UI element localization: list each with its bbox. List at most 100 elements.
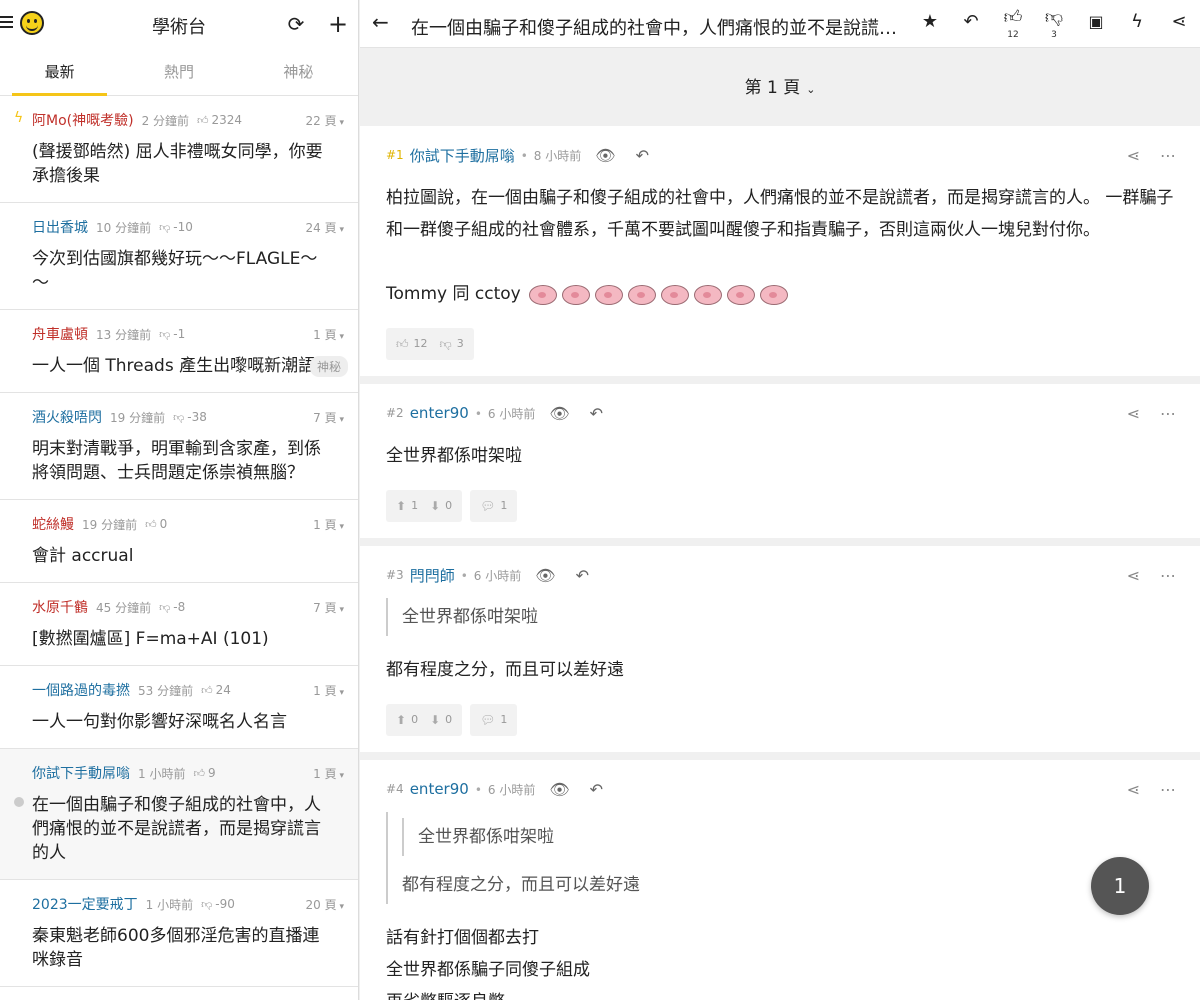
arrow-down-icon[interactable]: ⬇	[430, 704, 440, 736]
post-upvote-count: 0	[411, 713, 419, 726]
topic-row[interactable]: 你試下手動屌嗡 1 小時前 👍︎9 1 頁在一個由騙子和傻子組成的社會中，人們痛恨的並…	[0, 749, 358, 880]
lihkg-logo-icon[interactable]	[20, 11, 44, 35]
add-icon[interactable]: +	[326, 12, 350, 36]
share-icon[interactable]: ⋖	[1127, 404, 1140, 423]
topic-vote-count: -38	[187, 410, 207, 424]
thumbs-up-icon: 👍︎	[145, 517, 157, 531]
topic-title[interactable]: 一人一個 Threads 產生出嚟嘅新潮語	[32, 354, 348, 378]
topic-row[interactable]: 日出香城 10 分鐘前 👎︎-10 24 頁今次到估國旗都幾好玩～～FLAGLE～～	[0, 203, 358, 310]
topic-page-count[interactable]: 7 頁	[313, 409, 344, 426]
post-meta: #1 你試下手動屌嗡 8 小時前 👁︎ ↶	[386, 145, 1174, 166]
topic-page-count[interactable]: 7 頁	[313, 599, 344, 616]
thread-like-button[interactable]: 👍︎ 12	[999, 8, 1027, 41]
topic-row[interactable]: 舟車盧頓 13 分鐘前 👎︎-1 1 頁神秘一人一個 Threads 產生出嚟嘅新潮語	[0, 310, 358, 393]
topic-title[interactable]: 在一個由騙子和傻子組成的社會中，人們痛恨的並不是說謊者，而是揭穿謊言的人	[32, 793, 348, 865]
post-reply-count: 1	[500, 713, 508, 726]
post-vote-box: ⬆ 0 ⬇ 0	[386, 704, 463, 736]
eye-icon[interactable]: 👁︎	[549, 780, 569, 799]
current-topic-dot-icon	[14, 797, 24, 807]
thread-pane: ← 在一個由騙子和傻子組成的社會中，人們痛恨的並不是說謊者，而是揭穿謊言的人 ★…	[360, 0, 1200, 1000]
arrow-up-icon[interactable]: ⬆	[396, 704, 406, 736]
more-options-icon[interactable]: ⋯	[1160, 566, 1176, 585]
topic-meta: 一個路過的毒撚 53 分鐘前 👍︎ 24	[32, 680, 348, 700]
topic-author[interactable]: 蛇絲鰻	[32, 514, 74, 534]
share-icon[interactable]: ⋖	[1127, 566, 1140, 585]
pig-emoji-icon	[527, 282, 557, 306]
topic-row[interactable]: 蛇絲鰻 19 分鐘前 👍︎0 1 頁會計 accrual	[0, 500, 358, 583]
pig-emoji-icon	[560, 282, 590, 306]
tab-mystery[interactable]: 神秘	[239, 48, 358, 95]
topic-row[interactable]: 2023一定要戒丁 1 小時前 👎︎-90 20 頁秦東魁老師600多個邪淫危害的直播…	[0, 880, 358, 987]
board-header: 學術台 ⟳ +	[0, 0, 358, 48]
lightning-icon[interactable]: ϟ	[1123, 12, 1151, 32]
tab-hot[interactable]: 熱門	[119, 48, 238, 95]
thread-title: 在一個由騙子和傻子組成的社會中，人們痛恨的並不是說謊者，而是揭穿謊言的人	[411, 18, 911, 39]
reply-icon[interactable]: ↶	[957, 12, 985, 32]
topic-time: 10 分鐘前	[96, 220, 152, 235]
topic-title[interactable]: 明末對清戰爭，明軍輸到含家產，到係將領問題、士兵問題定係崇禎無腦？	[32, 437, 348, 485]
topic-author[interactable]: 舟車盧頓	[32, 324, 88, 344]
thumbs-up-icon[interactable]: 👍︎	[396, 328, 409, 360]
eye-icon[interactable]: 👁︎	[595, 146, 615, 165]
post-author[interactable]: enter90	[410, 780, 469, 798]
topic-author[interactable]: 阿Mo(神嘅考驗)	[32, 110, 134, 130]
refresh-icon[interactable]: ⟳	[284, 12, 308, 36]
more-options-icon[interactable]: ⋯	[1160, 780, 1176, 799]
topic-meta: 蛇絲鰻 19 分鐘前 👍︎ 0	[32, 514, 348, 534]
topic-page-count[interactable]: 22 頁	[306, 112, 344, 129]
arrow-up-icon[interactable]: ⬆	[396, 490, 406, 522]
quote-reply-icon[interactable]: ↶	[636, 146, 649, 165]
topic-row[interactable]: 水原千鶴 45 分鐘前 👎︎-8 7 頁 [數撚圍爐區] F=ma+AI (101)	[0, 583, 358, 666]
topic-title[interactable]: (聲援鄧皓然) 屈人非禮嘅女同學，你要承擔後果	[32, 140, 348, 188]
topic-author[interactable]: 2023一定要戒丁	[32, 894, 138, 914]
topic-page-count[interactable]: 1 頁	[313, 765, 344, 782]
post-vote-row: 👍︎ 12 👎︎ 3	[386, 328, 1174, 360]
thread-dislike-button[interactable]: 👎︎ 3	[1040, 8, 1068, 41]
share-icon[interactable]: ⋖	[1127, 780, 1140, 799]
post-replies-button[interactable]: 💬︎ 1	[470, 704, 518, 736]
thumbs-down-icon[interactable]: 👎︎	[440, 328, 452, 360]
eye-icon[interactable]: 👁︎	[535, 566, 555, 585]
post-author[interactable]: 閂閂師	[410, 565, 455, 586]
topic-title[interactable]: 今次到估國旗都幾好玩～～FLAGLE～～	[32, 247, 348, 295]
topic-page-count[interactable]: 20 頁	[306, 896, 344, 913]
quote-reply-icon[interactable]: ↶	[590, 404, 603, 423]
topic-author[interactable]: 一個路過的毒撚	[32, 680, 130, 700]
topic-row[interactable]: ϟ 阿Mo(神嘅考驗) 2 分鐘前 👍︎2324 22 頁 (聲援鄧皓然) 屈人非禮嘅女同…	[0, 96, 358, 203]
topic-author[interactable]: 水原千鶴	[32, 597, 88, 617]
image-mode-icon[interactable]: ▣	[1082, 12, 1110, 32]
post-author[interactable]: enter90	[410, 404, 469, 422]
topic-author[interactable]: 酒火殺唔閃	[32, 407, 102, 427]
bookmark-star-icon[interactable]: ★	[916, 12, 944, 32]
post-replies-button[interactable]: 💬︎ 1	[470, 490, 518, 522]
post-author[interactable]: 你試下手動屌嗡	[410, 145, 515, 166]
topic-page-count[interactable]: 24 頁	[306, 219, 344, 236]
topic-time: 19 分鐘前	[110, 410, 166, 425]
share-icon[interactable]: ⋖	[1165, 12, 1193, 32]
topic-page-count[interactable]: 1 頁	[313, 326, 344, 343]
tab-latest[interactable]: 最新	[0, 48, 119, 96]
back-arrow-icon[interactable]: ←	[372, 10, 389, 34]
topic-author[interactable]: 日出香城	[32, 217, 88, 237]
topic-title[interactable]: [數撚圍爐區] F=ma+AI (101)	[32, 627, 348, 651]
topic-page-count[interactable]: 1 頁	[313, 516, 344, 533]
topic-title[interactable]: 秦東魁老師600多個邪淫危害的直播連咪錄音	[32, 924, 348, 972]
quote-reply-icon[interactable]: ↶	[590, 780, 603, 799]
topic-title[interactable]: 會計 accrual	[32, 544, 348, 568]
menu-icon[interactable]	[0, 16, 13, 30]
topic-author[interactable]: 你試下手動屌嗡	[32, 763, 130, 783]
topic-row[interactable]: 一個路過的毒撚 53 分鐘前 👍︎24 1 頁一人一句對你影響好深嘅名人名言	[0, 666, 358, 749]
quote-reply-icon[interactable]: ↶	[576, 566, 589, 585]
more-options-icon[interactable]: ⋯	[1160, 404, 1176, 423]
thread-like-count: 12	[1007, 30, 1019, 40]
eye-icon[interactable]: 👁︎	[549, 404, 569, 423]
page-selector[interactable]: 第 1 頁 ⌄	[360, 48, 1200, 126]
more-options-icon[interactable]: ⋯	[1160, 146, 1176, 165]
page-jump-button[interactable]: 1	[1091, 857, 1149, 915]
arrow-down-icon[interactable]: ⬇	[430, 490, 440, 522]
topic-page-count[interactable]: 1 頁	[313, 682, 344, 699]
topic-row[interactable]: 酒火殺唔閃 19 分鐘前 👎︎-38 7 頁明末對清戰爭，明軍輸到含家產，到係將領問題…	[0, 393, 358, 500]
topic-vote: 👍︎ 9	[193, 766, 215, 780]
topic-title[interactable]: 一人一句對你影響好深嘅名人名言	[32, 710, 348, 734]
share-icon[interactable]: ⋖	[1127, 146, 1140, 165]
